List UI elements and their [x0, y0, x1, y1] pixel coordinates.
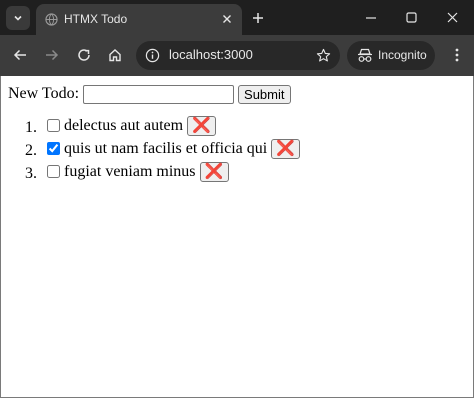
home-icon: [109, 49, 121, 62]
page-content: New Todo: Submit delectus aut autem ❌ qu…: [1, 76, 473, 397]
address-bar[interactable]: localhost:3000: [136, 41, 340, 70]
new-todo-input[interactable]: [83, 84, 235, 104]
back-button[interactable]: [8, 43, 32, 67]
new-todo-form: New Todo: Submit: [8, 83, 291, 105]
reload-button[interactable]: [72, 43, 96, 67]
chevron-down-icon: [14, 15, 22, 21]
list-item: fugiat veniam minus ❌: [41, 160, 300, 183]
tab-close-icon[interactable]: [220, 12, 234, 26]
cross-mark-icon: ❌: [192, 117, 211, 134]
delete-button[interactable]: ❌: [199, 161, 229, 182]
incognito-indicator[interactable]: Incognito: [347, 41, 435, 70]
todo-text: fugiat veniam minus: [64, 163, 196, 180]
minimize-button[interactable]: [348, 0, 393, 35]
menu-button[interactable]: [447, 43, 467, 67]
todo-text: quis ut nam facilis et officia qui: [64, 140, 268, 157]
globe-icon: [45, 13, 58, 26]
plus-icon: [253, 13, 263, 23]
cross-mark-icon: ❌: [204, 163, 224, 180]
list-item: quis ut nam facilis et officia qui ❌: [41, 137, 301, 160]
reload-icon: [78, 49, 90, 61]
minimize-icon: [365, 16, 376, 19]
close-icon: [447, 12, 458, 23]
delete-button[interactable]: ❌: [187, 115, 217, 136]
todo-text: delectus aut autem: [64, 117, 184, 134]
toolbar: localhost:3000 Incognito: [0, 35, 474, 76]
todo-checkbox[interactable]: [47, 119, 60, 132]
maximize-button[interactable]: [389, 0, 434, 35]
close-window-button[interactable]: [430, 0, 474, 35]
cross-mark-icon: ❌: [276, 140, 296, 157]
tab-title: HTMX Todo: [64, 12, 128, 26]
todo-list: delectus aut autem ❌ quis ut nam facilis…: [1, 114, 301, 183]
maximize-icon: [406, 12, 417, 23]
todo-checkbox[interactable]: [47, 142, 60, 155]
list-item: delectus aut autem ❌: [41, 114, 300, 137]
incognito-label: Incognito: [378, 48, 427, 62]
browser-window: HTMX Todo localhost:3000 Incognito New T…: [0, 0, 474, 398]
arrow-right-icon: [46, 49, 59, 61]
incognito-icon: [358, 48, 372, 62]
delete-button[interactable]: ❌: [271, 138, 301, 159]
star-icon[interactable]: [316, 48, 331, 63]
url-text: localhost:3000: [169, 47, 253, 62]
tab-htmx-todo[interactable]: HTMX Todo: [36, 4, 242, 35]
more-vert-icon: [455, 48, 459, 62]
info-icon[interactable]: [145, 48, 160, 63]
new-todo-label: New Todo:: [8, 85, 80, 102]
home-button[interactable]: [103, 43, 127, 67]
submit-button[interactable]: Submit: [238, 84, 291, 104]
tab-strip: HTMX Todo: [0, 0, 474, 35]
todo-checkbox[interactable]: [47, 165, 60, 178]
tab-search-button[interactable]: [6, 6, 30, 30]
arrow-left-icon: [13, 49, 26, 61]
forward-button[interactable]: [40, 43, 64, 67]
new-tab-button[interactable]: [248, 8, 268, 28]
window-border: [0, 76, 1, 398]
